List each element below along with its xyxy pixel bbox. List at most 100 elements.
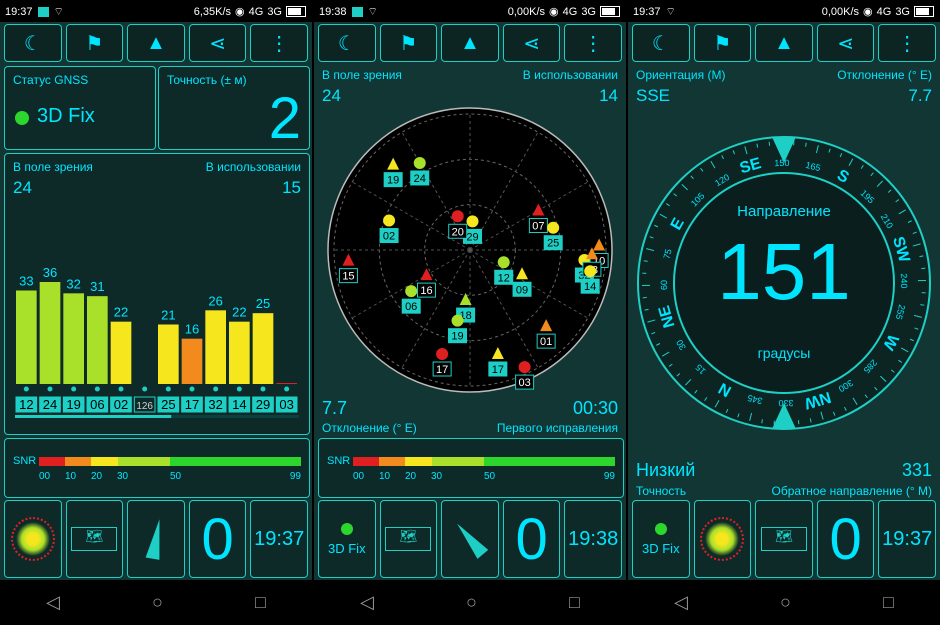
person-flag-icon[interactable]: ⚑ bbox=[379, 24, 438, 62]
declination-label: Отклонение (° E) bbox=[322, 421, 417, 435]
sky-plot[interactable]: 2920072502192412093210081415160618190117… bbox=[314, 100, 626, 400]
more-vertical-icon[interactable]: ⋮ bbox=[564, 24, 622, 62]
world-map-icon[interactable]: 🗺 bbox=[65, 500, 124, 578]
status-time: 19:38 bbox=[319, 6, 347, 18]
person-flag-icon[interactable]: ⚑ bbox=[65, 24, 124, 62]
signal-chart-tile[interactable]: В поле зрения В использовании 24 15 33 12… bbox=[4, 153, 310, 435]
compass-tick bbox=[805, 142, 807, 147]
satellite-id-label: 09 bbox=[516, 284, 528, 296]
used-dot bbox=[260, 386, 266, 392]
moon-icon[interactable]: ☾ bbox=[318, 24, 376, 62]
back-icon[interactable]: ◁ bbox=[674, 592, 688, 613]
network-speed: 0,00K/s bbox=[821, 5, 860, 18]
accuracy-tile[interactable]: Точность (± м) 2 bbox=[158, 66, 310, 151]
accuracy-label: Точность (± м) bbox=[167, 73, 247, 87]
home-icon[interactable]: ○ bbox=[152, 592, 163, 613]
fix-mini-tile[interactable]: 3D Fix bbox=[318, 500, 376, 578]
share-icon[interactable]: ⋖ bbox=[188, 24, 247, 62]
share-icon[interactable]: ⋖ bbox=[816, 24, 875, 62]
snr-tick: 30 bbox=[117, 471, 129, 482]
satellite-marker bbox=[518, 361, 531, 374]
used-dot bbox=[284, 386, 290, 392]
fix-indicator-icon bbox=[340, 522, 353, 535]
moon-icon[interactable]: ☾ bbox=[632, 24, 690, 62]
world-map-icon[interactable]: 🗺 bbox=[755, 500, 813, 578]
category-label: 32 bbox=[208, 397, 222, 412]
satellite-marker bbox=[436, 347, 449, 360]
recent-icon[interactable]: □ bbox=[255, 592, 266, 613]
satellite-id-label: 19 bbox=[387, 175, 399, 187]
category-label: 14 bbox=[232, 397, 246, 412]
location-icon: ◉ bbox=[235, 6, 245, 18]
status-bar: 19:37 ⌔ 6,35K/s ◉ 4G 3G bbox=[0, 0, 312, 22]
speed-value-tile[interactable]: 0 bbox=[188, 500, 247, 578]
clock-tile[interactable]: 19:37 bbox=[878, 500, 936, 578]
clock-tile[interactable]: 19:37 bbox=[250, 500, 308, 578]
snr-color-bar bbox=[353, 457, 615, 466]
sky-mini-icon[interactable] bbox=[4, 500, 62, 578]
degrees-label: градусы bbox=[757, 345, 811, 361]
location-icon: ◉ bbox=[863, 6, 873, 18]
more-vertical-icon[interactable]: ⋮ bbox=[250, 24, 308, 62]
category-label: 29 bbox=[256, 397, 270, 412]
bottom-row: 3D Fix 🗺 0 19:38 bbox=[318, 500, 622, 578]
gnss-status-tile[interactable]: Статус GNSS 3D Fix bbox=[4, 66, 156, 150]
share-icon[interactable]: ⋖ bbox=[502, 24, 561, 62]
world-map-icon[interactable]: 🗺 bbox=[379, 500, 438, 578]
speed-value-tile[interactable]: 0 bbox=[816, 500, 875, 578]
nav-bar: ◁ ○ □ bbox=[0, 580, 312, 625]
snr-label: SNR bbox=[13, 455, 37, 467]
bar-value-label: 21 bbox=[161, 308, 175, 323]
back-icon[interactable]: ◁ bbox=[46, 592, 60, 613]
compass-label: 150 bbox=[774, 158, 789, 168]
moon-icon[interactable]: ☾ bbox=[4, 24, 62, 62]
wifi-icon: ⌔ bbox=[367, 6, 378, 18]
fix-indicator-icon bbox=[15, 111, 29, 125]
satellite-marker bbox=[405, 285, 418, 298]
compass-needle-icon[interactable] bbox=[127, 500, 185, 578]
satellite-id-label: 29 bbox=[466, 231, 478, 243]
ttff-value: 00:30 bbox=[572, 398, 618, 418]
used-dot bbox=[94, 386, 100, 392]
used-dot bbox=[165, 386, 171, 392]
snr-tick: 00 bbox=[39, 471, 51, 482]
scroll-thumb[interactable] bbox=[15, 415, 172, 418]
sky-mini-icon[interactable] bbox=[693, 500, 752, 578]
bar bbox=[229, 321, 250, 384]
home-icon[interactable]: ○ bbox=[466, 592, 477, 613]
category-label: 24 bbox=[43, 397, 57, 412]
navigation-arrow-icon[interactable]: ▲ bbox=[755, 24, 813, 62]
speed-value: 0 bbox=[515, 506, 548, 572]
clock-tile[interactable]: 19:38 bbox=[564, 500, 622, 578]
satellite-id-label: 06 bbox=[405, 301, 417, 313]
category-label: 126 bbox=[136, 401, 153, 412]
satellite-id-label: 19 bbox=[451, 331, 463, 343]
satellite-marker bbox=[547, 221, 560, 234]
toolbar: ☾ ⚑ ▲ ⋖ ⋮ bbox=[632, 24, 936, 62]
speed-value-tile[interactable]: 0 bbox=[502, 500, 561, 578]
speed-value: 0 bbox=[829, 506, 862, 572]
category-label: 06 bbox=[90, 397, 104, 412]
phone-screen-1: 19:37 ⌔ 6,35K/s ◉ 4G 3G ☾ ⚑ ▲ ⋖ ⋮ Статус GNS… bbox=[0, 0, 312, 625]
satellite-id-label: 17 bbox=[492, 364, 504, 376]
declination-label: Отклонение (° E) bbox=[837, 68, 932, 82]
satellite-marker bbox=[383, 214, 396, 227]
satellite-id-label: 14 bbox=[584, 281, 596, 293]
snr-tick: 99 bbox=[603, 471, 615, 482]
recent-icon[interactable]: □ bbox=[883, 592, 894, 613]
more-vertical-icon[interactable]: ⋮ bbox=[878, 24, 936, 62]
person-flag-icon[interactable]: ⚑ bbox=[693, 24, 752, 62]
signal-3g: 3G bbox=[895, 5, 910, 18]
bar bbox=[252, 313, 274, 384]
home-icon[interactable]: ○ bbox=[780, 592, 791, 613]
navigation-arrow-icon[interactable]: ▲ bbox=[127, 24, 185, 62]
navigation-arrow-icon[interactable]: ▲ bbox=[441, 24, 499, 62]
fix-mini-tile[interactable]: 3D Fix bbox=[632, 500, 690, 578]
back-icon[interactable]: ◁ bbox=[360, 592, 374, 613]
recent-icon[interactable]: □ bbox=[569, 592, 580, 613]
satellite-id-label: 07 bbox=[532, 221, 544, 233]
snr-tick: 10 bbox=[379, 471, 391, 482]
used-dot bbox=[47, 386, 53, 392]
satellite-id-label: 15 bbox=[342, 271, 354, 283]
compass-needle-icon[interactable] bbox=[441, 500, 499, 578]
